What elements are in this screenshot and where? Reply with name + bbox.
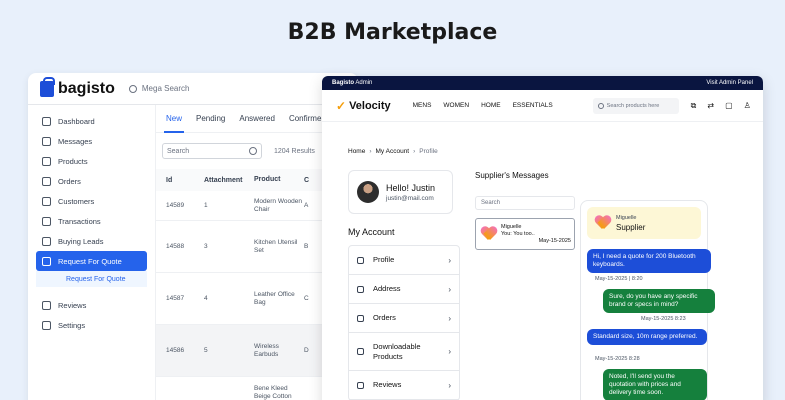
results-count: 1204 Results bbox=[274, 147, 315, 155]
admin-bar: Bagisto Admin Visit Admin Panel bbox=[322, 76, 763, 90]
supplier-messages-title: Supplier's Messages bbox=[475, 171, 549, 180]
heart-avatar-icon bbox=[595, 216, 611, 230]
chat-window: Miguelle Supplier Hi, I need a quote for… bbox=[580, 200, 715, 400]
sidebar-item-transactions[interactable]: Transactions bbox=[28, 211, 155, 231]
account-item-orders[interactable]: Orders › bbox=[349, 304, 459, 333]
sidebar-item-settings[interactable]: Settings bbox=[28, 315, 155, 335]
settings-icon bbox=[42, 320, 51, 330]
breadcrumb-home[interactable]: Home bbox=[348, 148, 365, 155]
search-icon bbox=[597, 102, 604, 109]
header-actions: ⧉ ⇄ ▢ ♙ bbox=[691, 101, 751, 111]
avatar bbox=[357, 181, 379, 203]
sidebar-item-products[interactable]: Products bbox=[28, 151, 155, 171]
breadcrumb-my-account[interactable]: My Account bbox=[376, 148, 410, 155]
transactions-icon bbox=[42, 216, 51, 226]
search-icon bbox=[128, 84, 137, 93]
profile-greeting: Hello! Justin bbox=[386, 182, 436, 193]
sidebar-item-orders[interactable]: Orders bbox=[28, 171, 155, 191]
nav-women[interactable]: WOMEN bbox=[443, 102, 469, 109]
sidebar-subitem-request-for-quote[interactable]: Request For Quote bbox=[36, 271, 147, 287]
chat-header: Miguelle Supplier bbox=[587, 207, 701, 239]
bagisto-logo[interactable]: bagisto bbox=[40, 76, 115, 98]
box-icon bbox=[42, 156, 51, 166]
search-icon bbox=[249, 147, 257, 155]
orders-icon bbox=[357, 314, 364, 322]
chat-message: Standard size, 10m range preferred. bbox=[587, 329, 707, 345]
chat-message: Hi, I need a quote for 200 Bluetooth key… bbox=[587, 249, 711, 273]
shopping-bag-icon bbox=[40, 76, 55, 97]
chevron-right-icon: › bbox=[448, 347, 451, 356]
orders-icon bbox=[42, 176, 51, 186]
tab-pending[interactable]: Pending bbox=[196, 114, 225, 123]
chevron-right-icon: › bbox=[448, 255, 451, 265]
users-icon bbox=[42, 196, 51, 206]
location-icon bbox=[357, 285, 364, 293]
leads-icon bbox=[42, 236, 51, 246]
tab-confirmed[interactable]: Confirme bbox=[289, 114, 321, 123]
message-time: May-15-2025 8:23 bbox=[641, 316, 686, 322]
sidebar-item-customers[interactable]: Customers bbox=[28, 191, 155, 211]
nav-mens[interactable]: MENS bbox=[413, 102, 432, 109]
chat-message: Noted, I'll send you the quotation with … bbox=[603, 369, 707, 400]
dashboard-icon bbox=[42, 116, 51, 126]
my-account-title: My Account bbox=[348, 227, 395, 237]
download-icon bbox=[357, 348, 364, 355]
velocity-logo[interactable]: ✓ Velocity bbox=[336, 99, 391, 113]
bagisto-sidebar: Dashboard Messages Products Orders Custo… bbox=[28, 105, 156, 400]
page-title: B2B Marketplace bbox=[287, 20, 498, 45]
message-time: May-15-2025 8:28 bbox=[595, 356, 640, 362]
mega-search-input[interactable]: Mega Search bbox=[128, 84, 189, 93]
supplier-search-input[interactable]: Search bbox=[475, 196, 575, 210]
message-time: May-15-2025 | 8:20 bbox=[595, 276, 643, 282]
compare-icon[interactable]: ⧉ bbox=[691, 101, 697, 111]
sidebar-item-messages[interactable]: Messages bbox=[28, 131, 155, 151]
chevron-right-icon: › bbox=[448, 380, 451, 390]
chevron-right-icon: › bbox=[448, 284, 451, 294]
account-menu: Profile › Address › Orders › Downloadable P… bbox=[348, 245, 460, 400]
chevron-right-icon: › bbox=[413, 148, 416, 155]
reviews-icon bbox=[42, 300, 51, 310]
profile-card: Hello! Justin justin@mail.com bbox=[348, 170, 453, 214]
tab-new[interactable]: New bbox=[163, 114, 185, 133]
bagisto-header: bagisto Mega Search bbox=[28, 73, 358, 105]
sidebar-item-dashboard[interactable]: Dashboard bbox=[28, 111, 155, 131]
chat-message: Sure, do you have any specific brand or … bbox=[603, 289, 715, 313]
table-search-input[interactable]: Search bbox=[162, 143, 262, 159]
swap-icon[interactable]: ⇄ bbox=[707, 101, 714, 111]
velocity-storefront-window: Bagisto Admin Visit Admin Panel ✓ Veloci… bbox=[322, 76, 763, 400]
cart-icon[interactable]: ▢ bbox=[725, 101, 733, 111]
sidebar-item-request-for-quote[interactable]: Request For Quote bbox=[36, 251, 147, 271]
account-item-downloadable-products[interactable]: Downloadable Products › bbox=[349, 333, 459, 371]
heart-avatar-icon bbox=[481, 227, 497, 241]
user-icon bbox=[357, 256, 364, 264]
conversation-list-item[interactable]: Miguelle You: You too.. May-15-2025 bbox=[475, 218, 575, 250]
velocity-header: ✓ Velocity MENS WOMEN HOME ESSENTIALS Se… bbox=[322, 90, 763, 122]
tab-answered[interactable]: Answered bbox=[239, 114, 275, 123]
bagisto-admin-window: bagisto Mega Search Dashboard Messages P… bbox=[28, 73, 358, 400]
message-icon bbox=[42, 136, 51, 146]
sidebar-item-reviews[interactable]: Reviews bbox=[28, 295, 155, 315]
star-icon bbox=[357, 381, 364, 389]
velocity-logo-icon: ✓ bbox=[336, 98, 347, 113]
nav-essentials[interactable]: ESSENTIALS bbox=[513, 102, 553, 109]
main-nav: MENS WOMEN HOME ESSENTIALS bbox=[413, 102, 553, 109]
account-item-profile[interactable]: Profile › bbox=[349, 246, 459, 275]
quote-icon bbox=[42, 256, 51, 266]
visit-admin-panel-link[interactable]: Visit Admin Panel bbox=[706, 80, 753, 86]
account-item-reviews[interactable]: Reviews › bbox=[349, 371, 459, 400]
breadcrumb: Home › My Account › Profile bbox=[348, 148, 438, 155]
product-search-input[interactable]: Search products here bbox=[592, 97, 679, 114]
profile-email: justin@mail.com bbox=[386, 194, 434, 202]
account-item-address[interactable]: Address › bbox=[349, 275, 459, 304]
chevron-right-icon: › bbox=[369, 148, 372, 155]
sidebar-item-buying-leads[interactable]: Buying Leads bbox=[28, 231, 155, 251]
user-icon[interactable]: ♙ bbox=[744, 101, 751, 111]
breadcrumb-profile: Profile bbox=[419, 148, 438, 155]
chevron-right-icon: › bbox=[448, 313, 451, 323]
nav-home[interactable]: HOME bbox=[481, 102, 501, 109]
